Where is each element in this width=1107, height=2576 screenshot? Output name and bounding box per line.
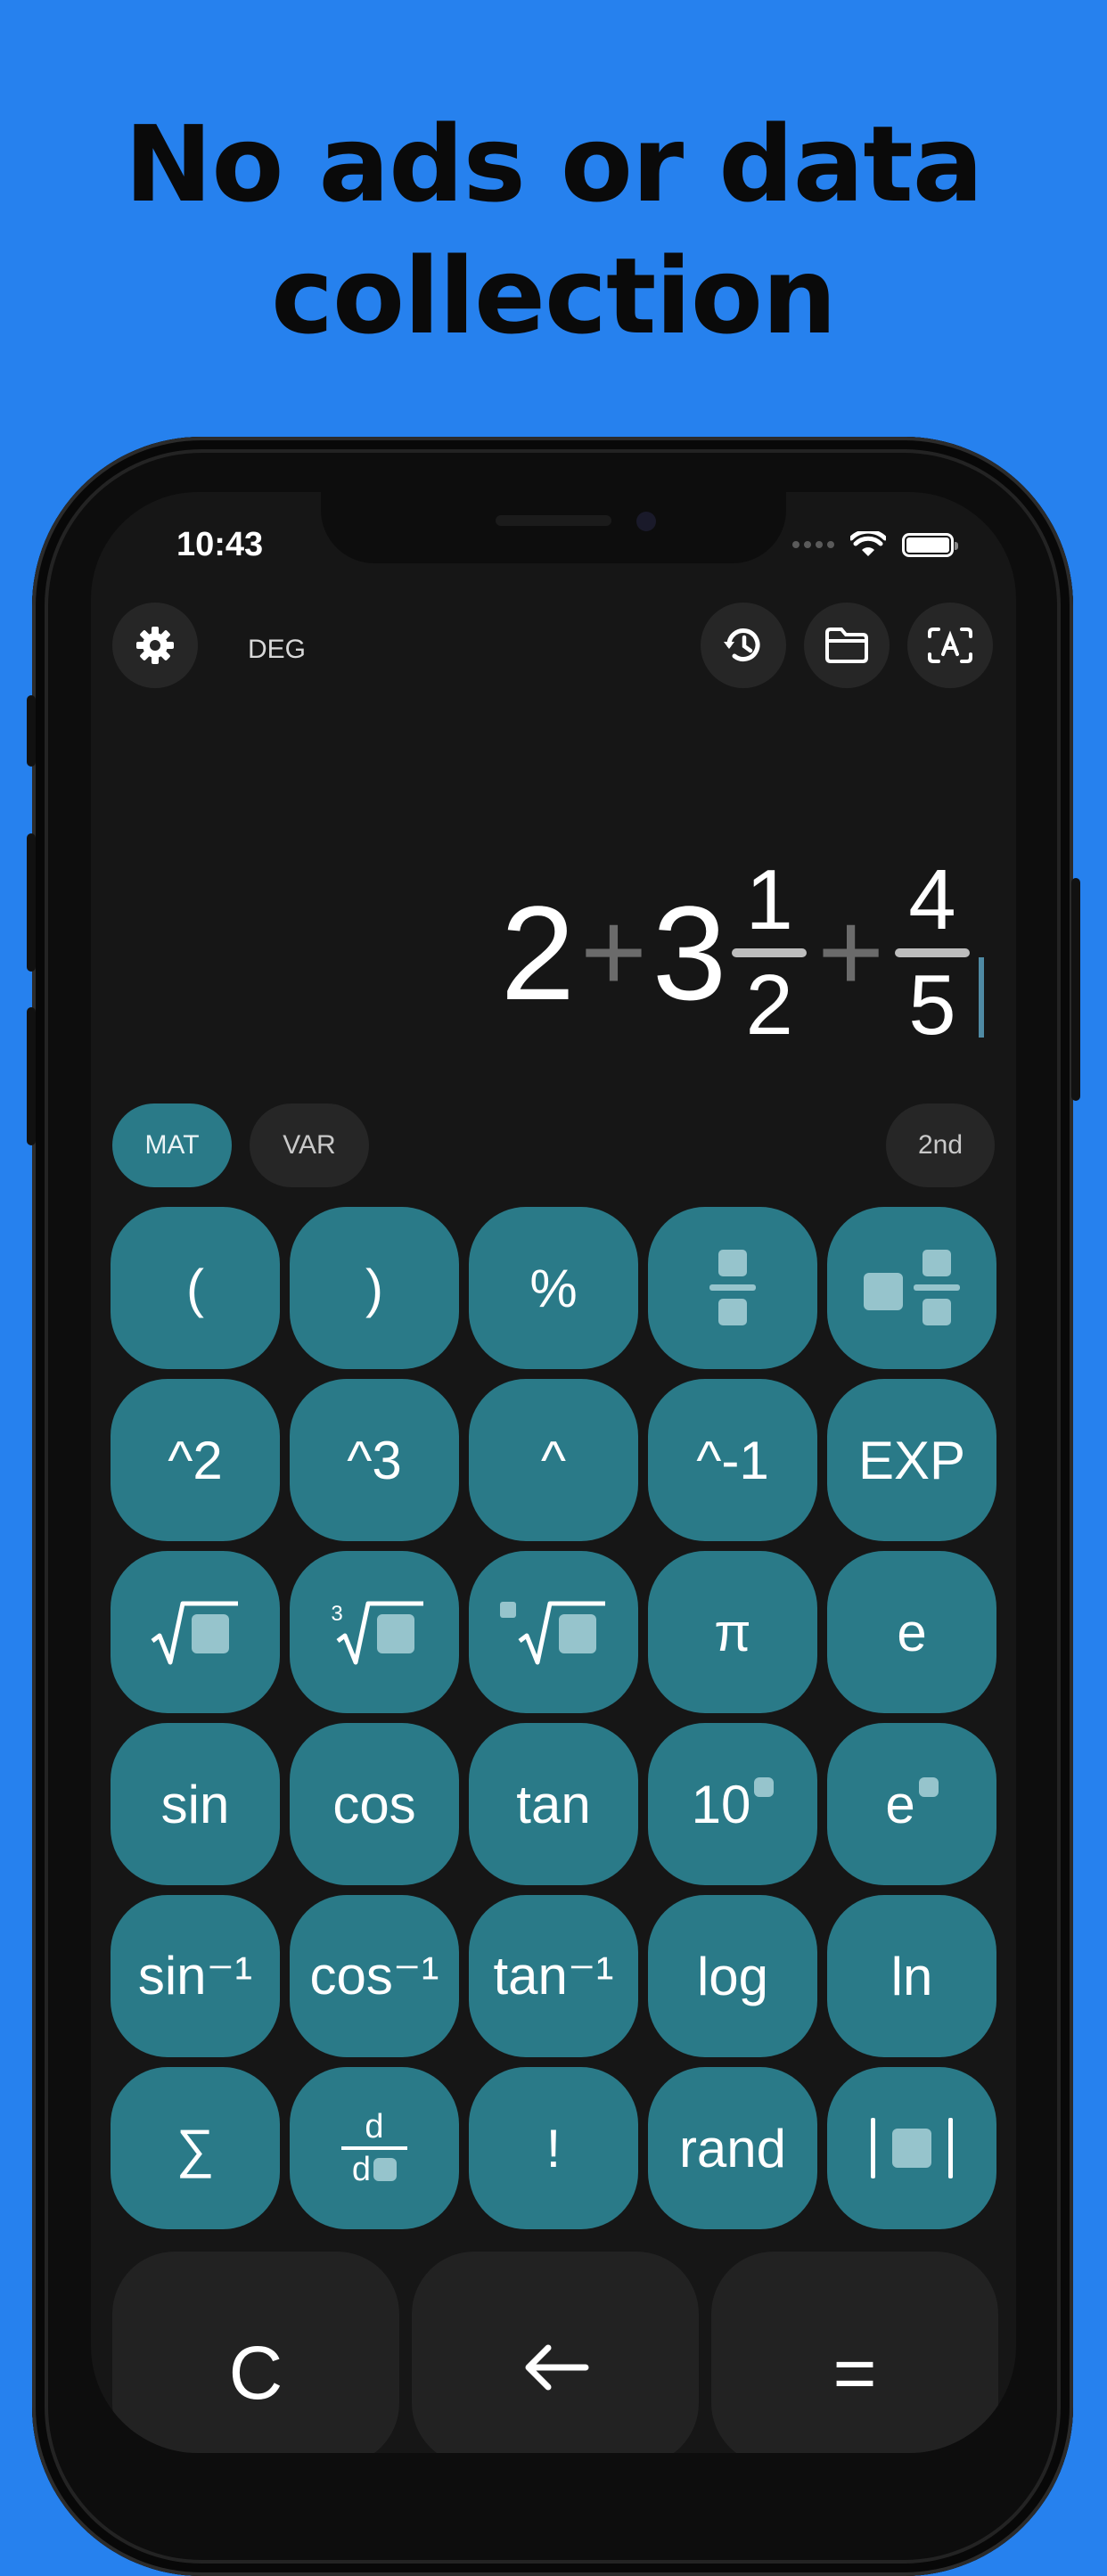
derivative-bottom: d [351, 2151, 372, 2188]
equals-button[interactable]: = [711, 2252, 998, 2453]
derivative-top: d [365, 2108, 384, 2145]
front-camera [636, 512, 656, 531]
saved-files-button[interactable] [804, 603, 890, 688]
wifi-icon [850, 531, 886, 556]
key-open-paren[interactable]: ( [111, 1207, 280, 1369]
key-fraction[interactable] [648, 1207, 817, 1369]
battery-icon [902, 532, 958, 557]
mixed-fraction-template-icon [864, 1250, 960, 1325]
key-exp[interactable]: EXP [827, 1379, 996, 1541]
key-power[interactable]: ^ [469, 1379, 638, 1541]
key-euler[interactable]: e [827, 1551, 996, 1713]
phone-power-button [1071, 878, 1080, 1101]
key-derivative[interactable]: d d [290, 2067, 459, 2229]
status-icons [792, 531, 958, 558]
key-e-power[interactable]: e [827, 1723, 996, 1885]
expr-whole-1: 2 [500, 878, 576, 1028]
key-absolute-value[interactable] [827, 2067, 996, 2229]
key-percent[interactable]: % [469, 1207, 638, 1369]
key-arcsin[interactable]: sin⁻¹ [111, 1895, 280, 2057]
key-square-root[interactable] [111, 1551, 280, 1713]
key-cos[interactable]: cos [290, 1723, 459, 1885]
key-cube-root[interactable]: 3 [290, 1551, 459, 1713]
absolute-value-icon [871, 2118, 953, 2178]
key-nth-root[interactable] [469, 1551, 638, 1713]
key-arccos[interactable]: cos⁻¹ [290, 1895, 459, 2057]
key-sin[interactable]: sin [111, 1723, 280, 1885]
expr-fraction-2: 4 5 [895, 856, 970, 1050]
fraction-2-denominator: 5 [908, 957, 956, 1053]
key-random[interactable]: rand [648, 2067, 817, 2229]
phone-mute-switch [27, 695, 36, 767]
scan-text-button[interactable] [907, 603, 993, 688]
key-close-paren[interactable]: ) [290, 1207, 459, 1369]
key-summation[interactable]: ∑ [111, 2067, 280, 2229]
square-root-icon [151, 1601, 238, 1665]
derivative-bottom-row: d [351, 2151, 398, 2188]
expr-whole-2: 3 [652, 878, 727, 1028]
key-mixed-fraction[interactable] [827, 1207, 996, 1369]
phone-volume-down [27, 1007, 36, 1145]
key-ln[interactable]: ln [827, 1895, 996, 2057]
function-keypad: ( ) % ^2 ^3 ^ ^-1 EXP 3 π e sin cos tan … [111, 1207, 996, 2229]
derivative-bar [341, 2146, 407, 2150]
history-icon [724, 628, 760, 661]
key-arctan[interactable]: tan⁻¹ [469, 1895, 638, 2057]
e-power-base: e [885, 1774, 915, 1834]
key-factorial[interactable]: ! [469, 2067, 638, 2229]
app-screen: 10:43 DEG 2 + 3 1 2 + 4 5 MAT VAR 2nd (… [91, 492, 1016, 2453]
expr-fraction-1: 1 2 [732, 852, 808, 1053]
fraction-2-numerator: 4 [908, 852, 956, 948]
cube-root-index: 3 [331, 1602, 343, 1626]
clear-button[interactable]: C [112, 2252, 399, 2453]
fraction-1-numerator: 1 [745, 852, 793, 948]
fraction-1-bar [732, 948, 808, 957]
cube-root-icon [336, 1601, 423, 1665]
key-square[interactable]: ^2 [111, 1379, 280, 1541]
fraction-1-denominator: 2 [745, 957, 793, 1053]
key-reciprocal[interactable]: ^-1 [648, 1379, 817, 1541]
signal-dots-icon [792, 541, 834, 548]
var-tab[interactable]: VAR [250, 1103, 369, 1187]
history-button[interactable] [701, 603, 786, 688]
phone-volume-up [27, 833, 36, 972]
angle-mode-toggle[interactable]: DEG [248, 635, 306, 665]
status-time: 10:43 [176, 526, 264, 563]
text-recognition-icon [928, 628, 972, 663]
bottom-keys: C = [112, 2252, 998, 2453]
mat-tab[interactable]: MAT [112, 1103, 232, 1187]
promo-line-2: collection [271, 234, 837, 357]
ten-power-base: 10 [691, 1774, 751, 1834]
key-ten-power[interactable]: 10 [648, 1723, 817, 1885]
fraction-template-icon [709, 1250, 756, 1325]
gear-icon [136, 627, 174, 664]
fraction-2-bar [895, 948, 970, 957]
settings-button[interactable] [112, 603, 198, 688]
exponent-placeholder-icon [754, 1777, 775, 1797]
folder-icon [825, 628, 868, 663]
second-function-toggle[interactable]: 2nd [886, 1103, 995, 1187]
promo-headline: No ads or data collection [0, 98, 1107, 362]
exponent-placeholder-icon [918, 1777, 939, 1797]
expr-plus-2: + [817, 889, 884, 1016]
key-pi[interactable]: π [648, 1551, 817, 1713]
arrow-left-icon [525, 2344, 589, 2391]
nth-root-icon [500, 1601, 605, 1665]
expr-plus-1: + [580, 889, 647, 1016]
text-cursor [979, 957, 984, 1038]
key-tan[interactable]: tan [469, 1723, 638, 1885]
key-cube[interactable]: ^3 [290, 1379, 459, 1541]
expression-display[interactable]: 2 + 3 1 2 + 4 5 [500, 856, 984, 1050]
variable-placeholder-icon [373, 2158, 398, 2181]
key-log[interactable]: log [648, 1895, 817, 2057]
backspace-button[interactable] [412, 2252, 699, 2453]
promo-line-1: No ads or data [124, 103, 984, 226]
speaker [496, 515, 611, 526]
notch [321, 492, 786, 563]
